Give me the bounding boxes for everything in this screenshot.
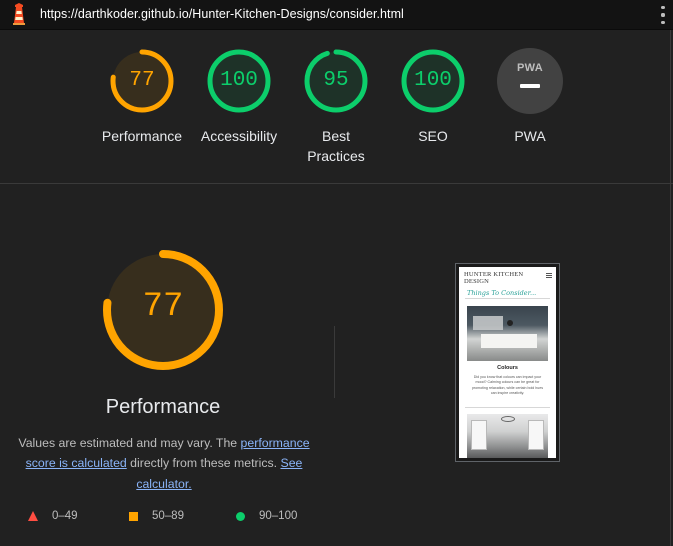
report-border <box>670 30 671 546</box>
divider <box>465 407 550 408</box>
gauge-accessibility[interactable]: 100 Accessibility <box>191 48 287 146</box>
gauge-best-practices[interactable]: 95 Best Practices <box>288 48 384 166</box>
page-url[interactable]: https://darthkoder.github.io/Hunter-Kitc… <box>40 7 404 21</box>
kitchen-image <box>467 414 548 458</box>
legend-fail: 0–49 <box>28 510 78 522</box>
page-screenshot-thumbnail[interactable]: Hunter Kitchen Design Things To Consider… <box>455 263 560 462</box>
legend-label: 90–100 <box>259 510 298 522</box>
triangle-icon <box>28 511 38 521</box>
more-options-icon[interactable] <box>660 6 666 24</box>
square-icon <box>129 511 138 521</box>
screenshot-screen: Hunter Kitchen Design Things To Consider… <box>459 267 556 458</box>
legend-label: 0–49 <box>52 510 78 522</box>
hamburger-icon <box>546 273 552 278</box>
desc-text: directly from these metrics. <box>126 456 281 471</box>
pwa-dash-icon <box>520 84 540 88</box>
section-text: Did you know that colours can impact you… <box>471 375 544 395</box>
section-title: Colours <box>497 365 518 371</box>
gauge-seo[interactable]: 100 SEO <box>385 48 481 146</box>
legend-label: 50–89 <box>152 510 184 522</box>
gauge-label: SEO <box>418 128 448 144</box>
pwa-badge-icon: PWA <box>497 48 563 114</box>
circle-icon <box>236 511 245 521</box>
gauge-label: Performance <box>101 128 183 144</box>
gauge-score: 100 <box>220 69 258 92</box>
performance-score: 77 <box>142 288 184 326</box>
gauge-score: 95 <box>323 69 349 92</box>
performance-gauge-large: 77 <box>100 247 226 373</box>
gauge-label: PWA <box>514 128 546 144</box>
pwa-badge-text: PWA <box>517 62 543 74</box>
section-divider <box>334 326 335 398</box>
url-bar: https://darthkoder.github.io/Hunter-Kitc… <box>0 0 673 30</box>
gauge-score: 77 <box>129 69 155 92</box>
category-scores: 77 Performance 100 Accessibility 95 Best… <box>0 30 673 184</box>
gauge-score: 100 <box>414 69 452 92</box>
desc-text: Values are estimated and may vary. The <box>18 436 241 450</box>
gauge-label: Best Practices <box>307 128 365 164</box>
site-brand: Hunter Kitchen Design <box>464 271 524 285</box>
kitchen-image <box>467 306 548 361</box>
performance-description: Values are estimated and may vary. The p… <box>14 433 314 494</box>
legend-pass: 90–100 <box>236 510 297 522</box>
gauge-label: Accessibility <box>200 128 278 144</box>
gauge-performance[interactable]: 77 Performance <box>94 48 190 146</box>
site-heading: Things To Consider... <box>467 289 537 297</box>
legend-average: 50–89 <box>129 510 184 522</box>
performance-title: Performance <box>105 396 221 418</box>
gauge-pwa[interactable]: PWA PWA <box>482 48 578 146</box>
lighthouse-logo-icon <box>13 3 25 25</box>
divider <box>465 298 550 299</box>
